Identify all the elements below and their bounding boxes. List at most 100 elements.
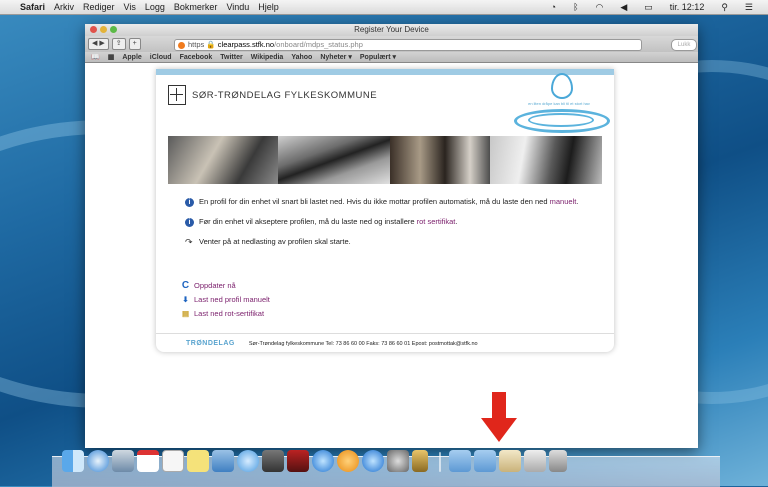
refresh-link[interactable]: C Oppdater nå (180, 279, 270, 293)
messages-icon[interactable] (237, 450, 259, 472)
crest-icon (168, 85, 186, 105)
org-name: SØR-TRØNDELAG FYLKESKOMMUNE (192, 89, 378, 101)
spinner-icon: ↷ (185, 237, 193, 247)
photo-booth-icon[interactable] (287, 450, 309, 472)
menu-app-name[interactable]: Safari (20, 2, 45, 12)
bookmark-apple[interactable]: Apple (122, 54, 141, 61)
close-icon[interactable] (90, 26, 97, 33)
tagline: en liten dråpe kan bli til et stort hav (528, 101, 590, 106)
zoom-icon[interactable] (110, 26, 117, 33)
drop-logo: en liten dråpe kan bli til et stort hav (514, 73, 610, 133)
water-drop-icon (551, 73, 573, 99)
notes-icon[interactable] (187, 450, 209, 472)
message-certificate: i Før din enhet vil akseptere profilen, … (185, 217, 595, 227)
share-button[interactable]: ⇪ (111, 38, 126, 50)
download-profile-link[interactable]: ⬇ Last ned profil manuelt (180, 293, 270, 307)
download-profile-label[interactable]: Last ned profil manuelt (194, 293, 270, 307)
bookmark-nyheter[interactable]: Nyheter ▾ (320, 53, 352, 61)
message-end: . (576, 197, 579, 206)
photo-students (168, 136, 278, 184)
preview-icon[interactable] (212, 450, 234, 472)
facetime-icon[interactable] (262, 450, 284, 472)
bookmarks-bar: 📖 ▦ Apple iCloud Facebook Twitter Wikipe… (85, 52, 698, 63)
wifi-icon[interactable]: ◠ (596, 2, 604, 13)
photo-hallway (390, 136, 490, 184)
time-machine-icon[interactable]: ◔ (551, 2, 556, 12)
download-arrow-icon: ⬇ (182, 295, 189, 304)
browser-window: Register Your Device ◀ ▶ ⇪ + https 🔒 cle… (85, 24, 698, 448)
dock-icons (62, 450, 570, 472)
page-card: SØR-TRØNDELAG FYLKESKOMMUNE en liten drå… (156, 69, 614, 352)
refresh-label[interactable]: Oppdater nå (194, 279, 236, 293)
menu-item-vindu[interactable]: Vindu (226, 2, 249, 12)
downloads-stack-icon[interactable] (499, 450, 521, 472)
window-controls (90, 26, 120, 33)
title-bar: Register Your Device (85, 24, 698, 36)
itunes-icon[interactable] (312, 450, 334, 472)
download-certificate-label[interactable]: Last ned rot-sertifikat (194, 307, 264, 321)
bluetooth-icon[interactable]: ᛒ (573, 2, 578, 12)
favicon-icon (178, 41, 185, 49)
photo-student-laptop (490, 136, 602, 184)
trash-icon[interactable] (549, 450, 567, 472)
keychain-icon[interactable] (412, 450, 428, 472)
applications-folder-icon[interactable] (449, 450, 471, 472)
download-certificate-link[interactable]: ▤ Last ned rot-sertifikat (180, 307, 270, 321)
menu-item-logg[interactable]: Logg (145, 2, 165, 12)
safari-icon[interactable] (87, 450, 109, 472)
volume-icon[interactable]: ◀ (620, 2, 627, 13)
url-scheme: https (188, 40, 205, 49)
show-all-bookmarks-icon[interactable]: 📖 (91, 53, 100, 61)
reader-label: Lukk (677, 42, 691, 48)
action-links: C Oppdater nå ⬇ Last ned profil manuelt … (180, 279, 270, 321)
red-arrow-icon (481, 392, 517, 442)
reminders-icon[interactable] (162, 450, 184, 472)
documents-folder-icon[interactable] (474, 450, 496, 472)
footer-contact: Sør-Trøndelag fylkeskommune Tel: 73 86 6… (248, 340, 478, 347)
back-button[interactable]: ◀ ▶ (88, 38, 109, 50)
top-sites-icon[interactable]: ▦ (108, 53, 115, 61)
mail-icon[interactable] (112, 450, 134, 472)
calendar-icon[interactable] (137, 450, 159, 472)
menu-item-rediger[interactable]: Rediger (83, 2, 115, 12)
web-content: SØR-TRØNDELAG FYLKESKOMMUNE en liten drå… (85, 63, 698, 448)
finder-icon[interactable] (62, 450, 84, 472)
bookmark-icloud[interactable]: iCloud (150, 54, 172, 61)
menu-item-hjelp[interactable]: Hjelp (258, 2, 279, 12)
url-path: /onboard/mdps_status.php (274, 40, 363, 49)
org-logo: SØR-TRØNDELAG FYLKESKOMMUNE (168, 85, 377, 105)
address-bar[interactable]: https 🔒 clearpass.stfk.no /onboard/mdps_… (174, 39, 642, 51)
footer-logo: TRØNDELAG (186, 340, 235, 347)
app-store-icon[interactable] (362, 450, 384, 472)
bookmark-yahoo[interactable]: Yahoo (291, 54, 312, 61)
lock-icon: 🔒 (204, 40, 218, 49)
screenshot-stack-icon[interactable] (524, 450, 546, 472)
new-tab-button[interactable]: + (128, 38, 141, 50)
message-waiting: ↷ Venter på at nedlasting av profilen sk… (185, 237, 595, 247)
menu-clock[interactable]: tir. 12:12 (670, 2, 705, 12)
spotlight-icon[interactable]: ⚲ (721, 2, 728, 13)
battery-icon[interactable]: ▭ (644, 2, 653, 13)
root-certificate-link[interactable]: rot sertifikat (417, 217, 456, 226)
reader-button[interactable]: Lukk (671, 39, 697, 51)
info-icon: i (185, 198, 194, 207)
ibooks-icon[interactable] (337, 450, 359, 472)
bookmark-facebook[interactable]: Facebook (180, 54, 213, 61)
bookmark-twitter[interactable]: Twitter (220, 54, 242, 61)
minimize-icon[interactable] (100, 26, 107, 33)
notification-center-icon[interactable]: ☰ (745, 2, 753, 13)
message-text: Venter på at nedlasting av profilen skal… (199, 237, 351, 246)
message-profile-download: i En profil for din enhet vil snart bli … (185, 197, 595, 207)
menu-item-bokmerker[interactable]: Bokmerker (174, 2, 218, 12)
menu-item-arkiv[interactable]: Arkiv (54, 2, 74, 12)
url-host: clearpass.stfk.no (217, 40, 275, 49)
menu-item-vis[interactable]: Vis (124, 2, 136, 12)
bookmark-populaert[interactable]: Populært ▾ (360, 53, 396, 61)
window-title: Register Your Device (354, 25, 429, 34)
manual-link[interactable]: manuelt (550, 197, 577, 206)
message-text: En profil for din enhet vil snart bli la… (199, 197, 550, 206)
system-preferences-icon[interactable] (387, 450, 409, 472)
bookmark-wikipedia[interactable]: Wikipedia (251, 54, 284, 61)
status-messages: i En profil for din enhet vil snart bli … (185, 197, 595, 257)
page-footer: TRØNDELAG Sør-Trøndelag fylkeskommune Te… (156, 333, 614, 353)
